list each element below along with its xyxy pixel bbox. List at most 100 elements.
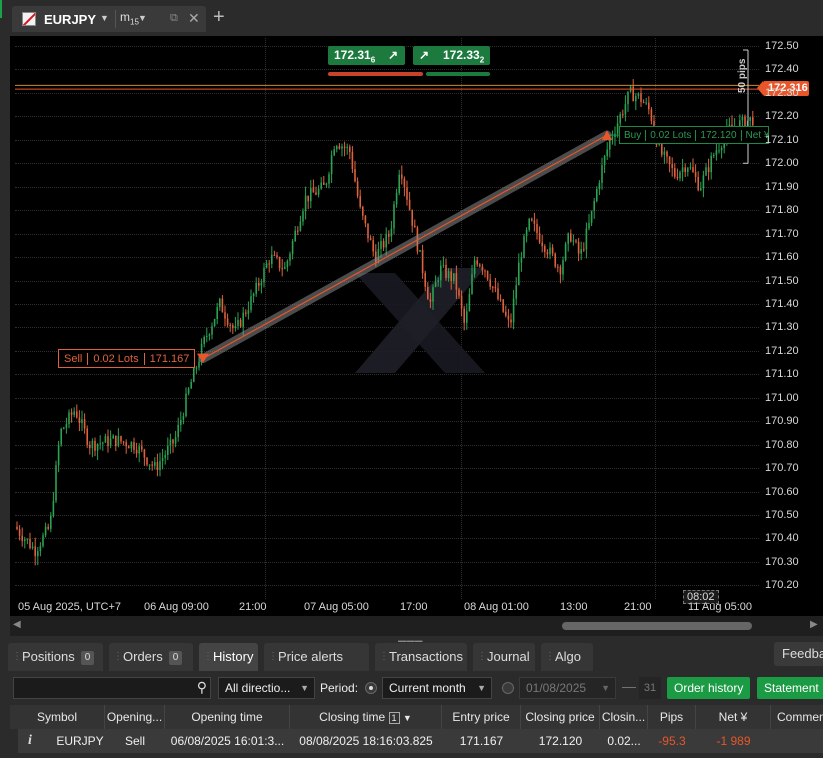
popout-icon[interactable]: ⧉ bbox=[170, 12, 178, 25]
candle-body bbox=[533, 220, 536, 224]
eurjpy-flag-icon bbox=[22, 12, 36, 26]
timeframe-selector[interactable]: m15 bbox=[120, 10, 139, 26]
buy-position-label[interactable]: Buy 0.02 Lots 172.120 Net ¥ bbox=[619, 126, 769, 144]
tab-price-alerts[interactable]: ⋮Price alerts0 bbox=[264, 643, 369, 693]
cell-closing-volume: 0.02... bbox=[607, 734, 641, 748]
candle-body bbox=[676, 176, 679, 179]
price-tick-label: 171.30 bbox=[765, 321, 799, 334]
sort-desc-icon: ▼ bbox=[402, 713, 412, 723]
drag-handle-icon[interactable]: ⋮ bbox=[268, 643, 278, 671]
col-closing-price[interactable]: Closing price bbox=[521, 705, 600, 729]
symbol-dropdown-icon[interactable]: ▼ bbox=[100, 13, 109, 23]
candle-body bbox=[68, 412, 70, 425]
candle-body bbox=[307, 195, 309, 202]
price-tick-label: 171.60 bbox=[765, 251, 799, 264]
close-tab-icon[interactable]: ✕ bbox=[188, 10, 200, 27]
candle-body bbox=[122, 441, 125, 443]
order-history-button[interactable]: Order history bbox=[667, 677, 751, 699]
drag-handle-icon[interactable]: ⋮ bbox=[203, 643, 213, 671]
candle-body bbox=[24, 539, 26, 542]
candle-body bbox=[702, 175, 705, 189]
candle-body bbox=[694, 172, 697, 177]
period-radio-custom[interactable] bbox=[502, 682, 514, 694]
drag-handle-icon[interactable]: ⋮ bbox=[113, 643, 123, 671]
cell-entry-price: 171.167 bbox=[459, 734, 504, 748]
col-net[interactable]: Net ¥ bbox=[696, 705, 771, 729]
plot-area[interactable]: 172.316 ↗ ↗ 172.332 Sell 0.02 Lots 171.1… bbox=[15, 38, 809, 604]
time-tick-label: 21:00 bbox=[239, 601, 267, 613]
timeframe-dropdown-icon[interactable]: ▼ bbox=[138, 13, 147, 23]
scroll-right-icon[interactable]: ▶ bbox=[810, 619, 818, 630]
candle-body bbox=[125, 442, 127, 447]
candle-body bbox=[434, 281, 437, 288]
search-input[interactable]: ⚲ bbox=[13, 677, 211, 699]
time-tick-label: 11 Aug 05:00 bbox=[688, 601, 753, 613]
candle-body bbox=[427, 286, 429, 300]
tab-history[interactable]: ⋮ History bbox=[199, 643, 258, 671]
col-opening-direction[interactable]: Opening... bbox=[105, 705, 165, 729]
scrollbar-thumb[interactable] bbox=[562, 622, 752, 630]
price-tick-label: 171.00 bbox=[765, 391, 799, 404]
tab-transactions[interactable]: ⋮ Transactions bbox=[375, 643, 467, 671]
buy-lots: 0.02 Lots bbox=[645, 129, 695, 141]
candle-body bbox=[538, 233, 541, 243]
price-tick-label: 170.20 bbox=[765, 579, 799, 592]
candle-body bbox=[635, 96, 637, 102]
candle-body bbox=[143, 449, 146, 458]
col-closing-time[interactable]: Closing time 1 ▼ bbox=[290, 705, 442, 729]
tab-label: Price alerts bbox=[278, 649, 344, 664]
drag-handle-icon[interactable]: ⋮ bbox=[379, 643, 389, 671]
symbol-name[interactable]: EURJPY bbox=[44, 12, 96, 27]
table-row[interactable]: i EURJPY Sell 06/08/2025 16:01:3... 08/0… bbox=[18, 729, 823, 753]
sell-price-button[interactable]: 172.316 ↗ bbox=[328, 46, 405, 65]
tab-algo[interactable]: ⋮ Algo bbox=[541, 643, 593, 671]
candle-body bbox=[211, 326, 213, 335]
col-comment[interactable]: Commen bbox=[771, 705, 823, 729]
candle-body bbox=[424, 273, 426, 287]
col-symbol[interactable]: Symbol bbox=[10, 705, 105, 729]
candle-body bbox=[203, 336, 205, 345]
drag-handle-icon[interactable]: ⋮ bbox=[477, 643, 487, 671]
sell-position-label[interactable]: Sell 0.02 Lots 171.167 bbox=[58, 349, 196, 368]
tab-label: History bbox=[213, 649, 254, 664]
chart-area[interactable]: 172.316 ↗ ↗ 172.332 Sell 0.02 Lots 171.1… bbox=[10, 36, 823, 636]
tab-journal[interactable]: ⋮ Journal bbox=[473, 643, 535, 671]
candle-body bbox=[489, 279, 491, 287]
candle-body bbox=[642, 101, 645, 103]
add-chart-button[interactable]: + bbox=[213, 6, 225, 29]
price-chart[interactable] bbox=[15, 38, 759, 599]
period-radio-current[interactable] bbox=[365, 682, 377, 694]
candle-body bbox=[525, 229, 528, 237]
buy-price-button[interactable]: ↗ 172.332 bbox=[413, 46, 490, 65]
date-from-input[interactable]: 01/08/2025 ▼ bbox=[519, 677, 616, 699]
tab-orders[interactable]: ⋮ Orders 0 bbox=[109, 643, 193, 671]
direction-select[interactable]: All directio... ▼ bbox=[218, 677, 315, 699]
period-value: Current month bbox=[389, 681, 466, 695]
col-pips[interactable]: Pips bbox=[648, 705, 696, 729]
chart-tab-eurjpy[interactable]: EURJPY ▼ m15 ▼ ⧉ ✕ bbox=[12, 6, 206, 32]
drag-handle-icon[interactable]: ⋮ bbox=[12, 643, 22, 671]
sell-side: Sell bbox=[64, 352, 83, 365]
candle-body bbox=[258, 282, 260, 286]
col-opening-time[interactable]: Opening time bbox=[165, 705, 290, 729]
price-tick-label: 170.40 bbox=[765, 532, 799, 545]
buy-side: Buy bbox=[624, 129, 642, 141]
info-icon[interactable]: i bbox=[22, 733, 38, 749]
candle-body bbox=[315, 192, 317, 195]
search-icon[interactable]: ⚲ bbox=[197, 679, 207, 696]
candle-body bbox=[515, 285, 517, 299]
candle-body bbox=[440, 265, 442, 281]
feedback-button[interactable]: Feedba bbox=[774, 642, 823, 666]
price-tick-label: 170.90 bbox=[765, 415, 799, 428]
tab-positions[interactable]: ⋮ Positions 0 bbox=[8, 643, 103, 671]
chart-scrollbar[interactable]: ◀ ▶ bbox=[10, 616, 823, 636]
col-entry-price[interactable]: Entry price bbox=[442, 705, 521, 729]
col-closing-volume[interactable]: Closin... bbox=[600, 705, 648, 729]
statement-button[interactable]: Statement bbox=[757, 677, 823, 699]
drag-handle-icon[interactable]: ⋮ bbox=[545, 643, 555, 671]
period-select[interactable]: Current month ▼ bbox=[382, 677, 492, 699]
scroll-left-icon[interactable]: ◀ bbox=[13, 619, 21, 630]
calendar-button[interactable]: 31 bbox=[639, 677, 661, 699]
candle-body bbox=[437, 280, 439, 282]
candle-body bbox=[128, 446, 130, 449]
